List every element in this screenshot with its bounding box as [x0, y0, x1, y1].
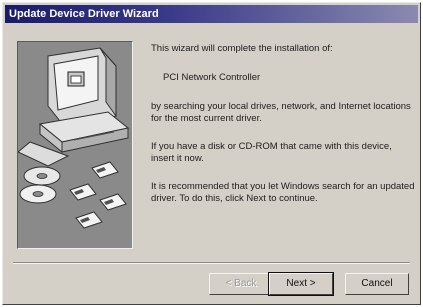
window-title: Update Device Driver Wizard — [9, 8, 159, 20]
wizard-window: Update Device Driver Wizard This wizard … — [2, 2, 421, 305]
wizard-illustration — [17, 41, 133, 249]
next-button[interactable]: Next > — [268, 272, 334, 296]
floppy-disk-icon — [69, 161, 127, 229]
back-button[interactable]: < Back — [209, 273, 273, 295]
intro-text: This wizard will complete the installati… — [151, 43, 333, 54]
cd-rom-icon — [19, 166, 61, 204]
recommendation-text: It is recommended that you let Windows s… — [151, 181, 415, 204]
button-separator — [13, 262, 410, 264]
cancel-button[interactable]: Cancel — [345, 273, 409, 295]
computer-icon — [18, 47, 130, 167]
title-bar[interactable]: Update Device Driver Wizard — [5, 5, 418, 23]
wizard-illustration-svg — [18, 47, 130, 229]
search-description: by searching your local drives, network,… — [151, 101, 411, 124]
device-name: PCI Network Controller — [163, 72, 261, 83]
disk-instruction: If you have a disk or CD-ROM that came w… — [151, 141, 392, 164]
